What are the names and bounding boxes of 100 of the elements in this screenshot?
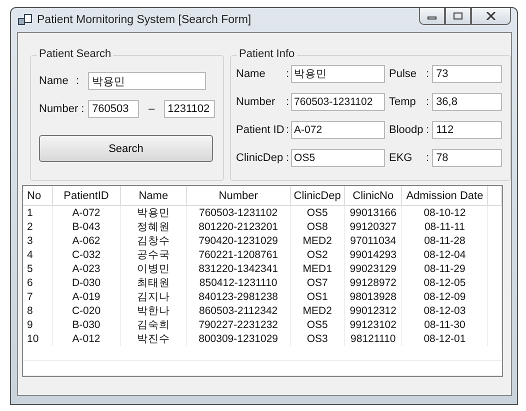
table-cell: 99123102 bbox=[344, 318, 402, 332]
info-field[interactable]: 78 bbox=[432, 149, 502, 167]
table-cell: 840123-2981238 bbox=[186, 290, 291, 304]
table-cell: 08-12-05 bbox=[402, 276, 488, 290]
column-header[interactable]: Name bbox=[120, 186, 187, 205]
column-header[interactable]: Number bbox=[186, 186, 291, 205]
search-button[interactable]: Search bbox=[39, 135, 213, 162]
table-cell: 831220-1342341 bbox=[186, 262, 291, 276]
table-cell: OS8 bbox=[290, 220, 345, 234]
table-cell: 08-11-11 bbox=[402, 220, 488, 234]
table-cell: 5 bbox=[23, 262, 53, 276]
field-label: Name bbox=[236, 68, 266, 80]
column-header[interactable]: Admission Date bbox=[402, 186, 488, 205]
field-label: Pulse bbox=[389, 68, 418, 80]
table-cell: A-072 bbox=[52, 206, 121, 220]
table-cell: 08-12-03 bbox=[402, 304, 488, 318]
dash-label: – bbox=[148, 103, 155, 115]
table-cell: 김지나 bbox=[120, 290, 187, 304]
table-cell: C-032 bbox=[52, 248, 121, 262]
table-cell: 08-11-30 bbox=[402, 318, 488, 332]
table-cell: 800309-1231029 bbox=[186, 332, 291, 346]
minimize-button[interactable] bbox=[419, 8, 445, 25]
table-cell: 1 bbox=[23, 206, 53, 220]
table-cell: 801220-2123201 bbox=[186, 220, 291, 234]
colon-label: : bbox=[286, 68, 290, 80]
table-cell: 08-12-01 bbox=[402, 332, 488, 346]
table-cell: OS5 bbox=[290, 318, 345, 332]
table-cell: 98121110 bbox=[344, 332, 402, 346]
info-field[interactable]: 73 bbox=[432, 65, 502, 83]
table-cell: 08-12-09 bbox=[402, 290, 488, 304]
table-cell: 2 bbox=[23, 220, 53, 234]
table-cell: D-030 bbox=[52, 276, 121, 290]
colon-label: : bbox=[286, 152, 290, 164]
app-icon bbox=[18, 14, 32, 26]
info-field[interactable]: OS5 bbox=[291, 149, 386, 167]
column-header[interactable]: ClinicDep bbox=[290, 186, 345, 205]
info-field[interactable]: 36,8 bbox=[432, 93, 502, 111]
table-cell: OS7 bbox=[290, 276, 345, 290]
table-cell: MED2 bbox=[290, 304, 345, 318]
table-cell: 790420-1231029 bbox=[186, 234, 291, 248]
table-cell: 860503-2112342 bbox=[186, 304, 291, 318]
info-field[interactable]: 박용민 bbox=[291, 65, 386, 83]
column-header[interactable]: No bbox=[23, 186, 53, 205]
number-second-field[interactable]: 1231102 bbox=[164, 100, 215, 118]
info-field[interactable]: 760503-1231102 bbox=[291, 93, 386, 111]
table-cell: 공수국 bbox=[120, 248, 187, 262]
table-cell: 박용민 bbox=[120, 206, 187, 220]
table-cell: 99013166 bbox=[344, 206, 402, 220]
number-label: Number : bbox=[39, 103, 86, 115]
table-cell: 7 bbox=[23, 290, 53, 304]
table-cell: 99120327 bbox=[344, 220, 402, 234]
table-cell: 10 bbox=[23, 332, 53, 346]
table-cell: OS2 bbox=[290, 248, 345, 262]
table-cell: 박한나 bbox=[120, 304, 187, 318]
table-cell: 4 bbox=[23, 248, 53, 262]
name-label: Name bbox=[39, 75, 70, 87]
table-cell: 08-11-28 bbox=[402, 234, 488, 248]
colon-label: : bbox=[426, 68, 430, 80]
info-field[interactable]: A-072 bbox=[291, 121, 386, 139]
table-cell: 99012312 bbox=[344, 304, 402, 318]
field-label: Number bbox=[236, 96, 276, 108]
table-cell: 이병민 bbox=[120, 262, 187, 276]
field-label: Patient ID bbox=[236, 124, 286, 136]
table-cell: 850412-1231110 bbox=[186, 276, 291, 290]
name-field[interactable]: 박용민 bbox=[88, 72, 206, 90]
table-cell: OS5 bbox=[290, 206, 345, 220]
table-cell: 760503-1231102 bbox=[186, 206, 291, 220]
column-header[interactable]: ClinicNo bbox=[344, 186, 402, 205]
colon-label: : bbox=[426, 96, 430, 108]
table-cell: C-020 bbox=[52, 304, 121, 318]
info-field[interactable]: 112 bbox=[432, 121, 502, 139]
maximize-button[interactable] bbox=[445, 8, 471, 25]
column-header[interactable]: PatientID bbox=[52, 186, 121, 205]
table-cell: 최태원 bbox=[120, 276, 187, 290]
table-cell: A-023 bbox=[52, 262, 121, 276]
field-label: Bloodp bbox=[389, 124, 423, 136]
table-cell: 97011034 bbox=[344, 234, 402, 248]
close-button[interactable] bbox=[471, 8, 511, 25]
table-cell: MED1 bbox=[290, 262, 345, 276]
table-cell: 98013928 bbox=[344, 290, 402, 304]
table-cell: 8 bbox=[23, 304, 53, 318]
table-cell: A-012 bbox=[52, 332, 121, 346]
table-cell: 김숙희 bbox=[120, 318, 187, 332]
colon-label: : bbox=[76, 75, 80, 87]
table-cell: 99014293 bbox=[344, 248, 402, 262]
group-title: Patient Search bbox=[37, 48, 114, 60]
table-cell: 김창수 bbox=[120, 234, 187, 248]
table-cell: B-043 bbox=[52, 220, 121, 234]
table-cell: 6 bbox=[23, 276, 53, 290]
table-cell: OS1 bbox=[290, 290, 345, 304]
table-cell: 08-12-04 bbox=[402, 248, 488, 262]
colon-label: : bbox=[426, 124, 430, 136]
colon-label: : bbox=[286, 96, 290, 108]
table-cell: OS3 bbox=[290, 332, 345, 346]
field-label: ClinicDep bbox=[236, 152, 284, 164]
table-cell: 박진수 bbox=[120, 332, 187, 346]
field-label: Temp bbox=[389, 96, 417, 108]
window-title: Patient Mornitoring System [Search Form] bbox=[37, 14, 252, 26]
number-first-field[interactable]: 760503 bbox=[88, 100, 140, 118]
table-cell: 08-10-12 bbox=[402, 206, 488, 220]
